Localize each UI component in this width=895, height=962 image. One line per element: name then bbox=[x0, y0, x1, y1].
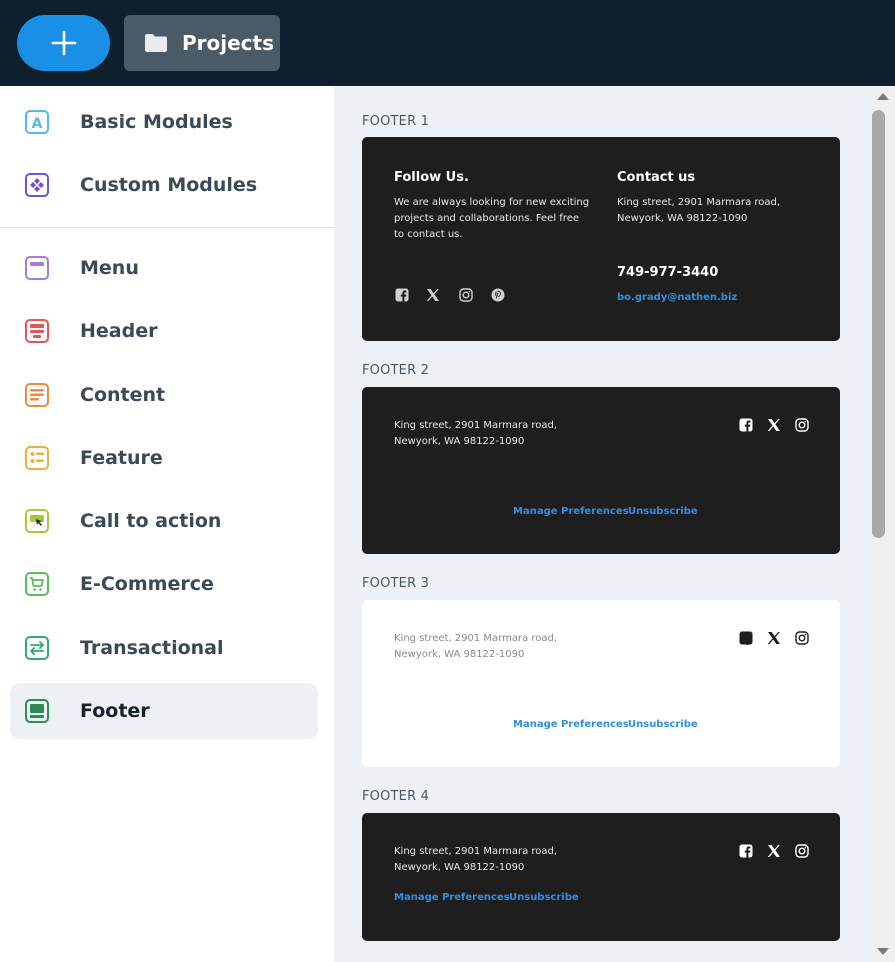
content-icon bbox=[25, 383, 49, 407]
follow-text-line-2: projects and collaborations. Feel free bbox=[394, 213, 579, 224]
unsubscribe-link[interactable]: Unsubscribe bbox=[628, 719, 698, 730]
pinterest-icon[interactable] bbox=[491, 288, 505, 302]
basic-modules-icon: A bbox=[25, 110, 49, 134]
sidebar-item-custom-modules[interactable]: Custom Modules bbox=[10, 157, 318, 213]
svg-text:A: A bbox=[32, 116, 43, 132]
sidebar: A Basic Modules Custom Modules Menu Head… bbox=[0, 86, 334, 962]
address-line-1: King street, 2901 Marmara road, bbox=[394, 420, 558, 431]
sidebar-item-label: Custom Modules bbox=[80, 174, 258, 196]
e-commerce-icon bbox=[25, 572, 49, 596]
sidebar-item-label: Footer bbox=[80, 700, 150, 722]
phone-number: 749-977-3440 bbox=[617, 265, 719, 280]
vertical-scrollbar[interactable] bbox=[870, 86, 895, 962]
sidebar-item-header[interactable]: Header bbox=[10, 303, 318, 359]
folder-icon bbox=[145, 34, 167, 52]
sidebar-item-label: Content bbox=[80, 384, 166, 406]
menu-icon bbox=[25, 256, 49, 280]
scroll-up-arrow-icon[interactable] bbox=[876, 90, 890, 104]
scroll-down-arrow-icon[interactable] bbox=[876, 944, 890, 958]
scrollbar-thumb[interactable] bbox=[872, 110, 885, 538]
sidebar-item-label: Call to action bbox=[80, 510, 222, 532]
section-title-footer-2: FOOTER 2 bbox=[362, 363, 430, 378]
address-line-2: Newyork, WA 98122-1090 bbox=[394, 862, 525, 873]
footer-3-card[interactable]: King street, 2901 Marmara road, Newyork,… bbox=[362, 600, 840, 767]
feature-icon bbox=[25, 446, 49, 470]
footer-templates-panel: FOOTER 1 Follow Us. We are always lookin… bbox=[334, 86, 870, 962]
instagram-icon[interactable] bbox=[795, 418, 809, 432]
address-line-2: Newyork, WA 98122-1090 bbox=[394, 649, 525, 660]
address-line-1: King street, 2901 Marmara road, bbox=[394, 846, 558, 857]
sidebar-item-label: Header bbox=[80, 320, 158, 342]
follow-text-line-3: to contact us. bbox=[394, 229, 463, 240]
x-icon[interactable] bbox=[767, 631, 781, 645]
section-title-footer-4: FOOTER 4 bbox=[362, 789, 430, 804]
facebook-icon[interactable] bbox=[395, 288, 409, 302]
sidebar-item-menu[interactable]: Menu bbox=[10, 240, 318, 296]
footer-4-card[interactable]: King street, 2901 Marmara road, Newyork,… bbox=[362, 813, 840, 941]
footer-2-card[interactable]: King street, 2901 Marmara road, Newyork,… bbox=[362, 387, 840, 554]
follow-heading: Follow Us. bbox=[394, 170, 469, 185]
footer-1-card[interactable]: Follow Us. We are always looking for new… bbox=[362, 137, 840, 341]
sidebar-item-content[interactable]: Content bbox=[10, 367, 318, 423]
address-line-1: King street, 2901 Marmara road, bbox=[617, 197, 781, 208]
projects-button[interactable]: Projects bbox=[124, 15, 280, 71]
projects-label: Projects bbox=[182, 31, 275, 55]
follow-text-line-1: We are always looking for new exciting bbox=[394, 197, 590, 208]
address-line-2: Newyork, WA 98122-1090 bbox=[394, 436, 525, 447]
add-button[interactable] bbox=[17, 15, 110, 71]
email-link[interactable]: bo.grady@nathen.biz bbox=[617, 292, 737, 303]
x-icon[interactable] bbox=[767, 844, 781, 858]
unsubscribe-link[interactable]: Unsubscribe bbox=[509, 892, 579, 903]
sidebar-item-label: E-Commerce bbox=[80, 573, 214, 595]
unsubscribe-link[interactable]: Unsubscribe bbox=[628, 506, 698, 517]
manage-preferences-link[interactable]: Manage Preferences bbox=[513, 719, 629, 730]
sidebar-item-feature[interactable]: Feature bbox=[10, 430, 318, 486]
transactional-icon bbox=[25, 636, 49, 660]
instagram-icon[interactable] bbox=[459, 288, 473, 302]
section-title-footer-1: FOOTER 1 bbox=[362, 114, 430, 129]
instagram-icon[interactable] bbox=[795, 844, 809, 858]
sidebar-item-transactional[interactable]: Transactional bbox=[10, 620, 318, 676]
facebook-icon[interactable] bbox=[739, 631, 753, 645]
footer-icon bbox=[25, 699, 49, 723]
sidebar-item-label: Menu bbox=[80, 257, 139, 279]
sidebar-item-e-commerce[interactable]: E-Commerce bbox=[10, 556, 318, 612]
sidebar-item-label: Transactional bbox=[80, 637, 224, 659]
section-title-footer-3: FOOTER 3 bbox=[362, 576, 430, 591]
plus-icon bbox=[51, 30, 76, 56]
contact-heading: Contact us bbox=[617, 170, 696, 185]
custom-modules-icon bbox=[25, 173, 49, 197]
address-line-2: Newyork, WA 98122-1090 bbox=[617, 213, 748, 224]
facebook-icon[interactable] bbox=[739, 418, 753, 432]
x-icon[interactable] bbox=[767, 418, 781, 432]
call-to-action-icon bbox=[25, 509, 49, 533]
manage-preferences-link[interactable]: Manage Preferences bbox=[513, 506, 629, 517]
address-line-1: King street, 2901 Marmara road, bbox=[394, 633, 558, 644]
x-icon[interactable] bbox=[426, 288, 440, 302]
sidebar-divider bbox=[0, 227, 334, 228]
sidebar-item-footer[interactable]: Footer bbox=[10, 683, 318, 739]
sidebar-item-call-to-action[interactable]: Call to action bbox=[10, 493, 318, 549]
sidebar-item-basic-modules[interactable]: A Basic Modules bbox=[10, 94, 318, 150]
manage-preferences-link[interactable]: Manage Preferences bbox=[394, 892, 510, 903]
top-toolbar: Projects bbox=[0, 0, 895, 86]
header-icon bbox=[25, 319, 49, 343]
sidebar-item-label: Feature bbox=[80, 447, 163, 469]
facebook-icon[interactable] bbox=[739, 844, 753, 858]
instagram-icon[interactable] bbox=[795, 631, 809, 645]
sidebar-item-label: Basic Modules bbox=[80, 111, 233, 133]
